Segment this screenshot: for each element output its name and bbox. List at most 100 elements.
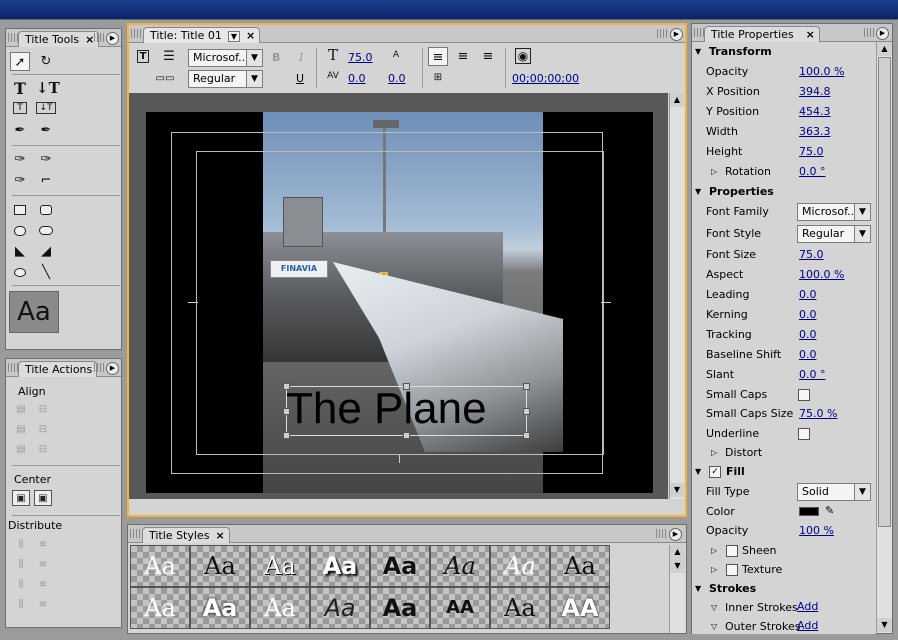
scroll-down-arrow-icon[interactable]: ▼ <box>670 559 685 573</box>
panel-menu-icon[interactable]: ▶ <box>106 362 119 375</box>
italic-button[interactable]: I <box>299 51 303 64</box>
tracking-value[interactable]: 0.0 <box>799 328 817 341</box>
properties-vertical-scrollbar[interactable]: ▲ ▼ <box>876 42 892 633</box>
style-swatch[interactable]: Aa <box>130 545 190 587</box>
line-tool-icon[interactable]: ╲ <box>36 263 56 282</box>
aspect-value[interactable]: 100.0 % <box>799 268 844 281</box>
strokes-section-header[interactable]: Strokes <box>709 582 756 595</box>
small-caps-size-value[interactable]: 75.0 % <box>799 407 837 420</box>
opacity-value[interactable]: 100.0 % <box>799 65 844 78</box>
resize-handle[interactable] <box>283 408 290 415</box>
delete-anchor-tool-icon[interactable]: ✑ <box>36 150 56 169</box>
vertical-type-tool-icon[interactable]: ↓T <box>36 79 60 98</box>
resize-handle[interactable] <box>523 408 530 415</box>
panel-grip[interactable] <box>130 529 140 538</box>
style-swatch[interactable]: Aa <box>430 545 490 587</box>
wedge-tool-icon[interactable]: ◣ <box>10 242 30 261</box>
bold-button[interactable]: B <box>272 51 280 64</box>
title-canvas-area[interactable]: FINAVIA 2 The Plane <box>129 93 668 499</box>
resize-handle[interactable] <box>403 432 410 439</box>
distribute-spacing-v-icon[interactable]: ≡ <box>34 597 52 613</box>
style-swatch[interactable]: Aa <box>490 545 550 587</box>
expand-triangle-icon[interactable]: ▼ <box>695 187 701 196</box>
style-swatch[interactable]: Aa <box>130 587 190 629</box>
show-background-video-icon[interactable]: ◉ <box>513 47 533 66</box>
expand-triangle-icon[interactable]: ▷ <box>711 167 717 176</box>
panel-grip[interactable] <box>657 29 667 38</box>
leading-value[interactable]: 0.0 <box>799 288 817 301</box>
distribute-top-icon[interactable]: ≡ <box>34 537 52 553</box>
underline-button[interactable]: U <box>296 72 304 85</box>
tab-title-properties[interactable]: Title Properties × <box>704 26 820 42</box>
small-caps-checkbox[interactable] <box>798 389 810 401</box>
clipped-corner-rectangle-tool-icon[interactable] <box>10 221 30 240</box>
resize-handle[interactable] <box>403 383 410 390</box>
texture-checkbox[interactable] <box>726 564 738 576</box>
fill-checkbox[interactable]: ✓ <box>709 466 721 478</box>
video-frame[interactable]: FINAVIA 2 The Plane <box>146 112 653 493</box>
expand-triangle-icon[interactable]: ▷ <box>711 546 717 555</box>
templates-icon[interactable]: ▭▭ <box>155 69 175 88</box>
close-icon[interactable]: × <box>806 28 815 41</box>
selection-tool-icon[interactable]: ➚ <box>10 52 30 71</box>
panel-menu-icon[interactable]: ▶ <box>106 32 119 45</box>
outer-strokes-add-link[interactable]: Add <box>797 619 818 632</box>
kerning-value[interactable]: 0.0 <box>348 72 366 85</box>
distribute-spacing-h-icon[interactable]: ⫼ <box>12 597 30 613</box>
align-bottom-icon[interactable]: ⊟ <box>34 442 52 458</box>
expand-triangle-icon[interactable]: ▷ <box>711 448 717 457</box>
scroll-up-arrow-icon[interactable]: ▲ <box>670 93 684 107</box>
scroll-down-arrow-icon[interactable]: ▼ <box>877 618 892 632</box>
font-style-dropdown[interactable]: Regular ▼ <box>188 70 263 88</box>
expand-triangle-icon[interactable]: ▼ <box>695 467 701 476</box>
properties-section-header[interactable]: Properties <box>709 185 774 198</box>
style-swatch[interactable]: Aa <box>370 587 430 629</box>
distribute-left-icon[interactable]: ⫼ <box>12 537 30 553</box>
distort-label[interactable]: Distort <box>725 446 762 459</box>
panel-grip[interactable] <box>8 33 18 42</box>
panel-grip[interactable] <box>864 28 874 37</box>
ellipse-tool-icon[interactable] <box>10 263 30 282</box>
align-left-icon[interactable]: ▤ <box>12 402 30 418</box>
expand-triangle-icon[interactable]: ▼ <box>695 47 701 56</box>
fill-section-header[interactable]: Fill <box>726 465 745 478</box>
style-swatch[interactable]: Aa <box>190 587 250 629</box>
rotation-value[interactable]: 0.0 ° <box>799 165 826 178</box>
align-center-text-icon[interactable]: ≡ <box>453 47 473 66</box>
leading-value[interactable]: 0.0 <box>388 72 406 85</box>
y-position-value[interactable]: 454.3 <box>799 105 831 118</box>
chevron-down-icon[interactable]: ▼ <box>854 203 871 221</box>
roll-crawl-options-icon[interactable]: ☰ <box>159 47 179 66</box>
scroll-up-arrow-icon[interactable]: ▲ <box>877 42 892 56</box>
font-family-dropdown[interactable]: Microsof... <box>797 203 855 221</box>
resize-handle[interactable] <box>283 432 290 439</box>
panel-grip[interactable] <box>8 363 18 372</box>
rounded-rectangle-tool-icon[interactable] <box>36 200 56 219</box>
distribute-middle-icon[interactable]: ≡ <box>34 557 52 573</box>
chevron-down-icon[interactable]: ▼ <box>854 483 871 501</box>
center-vertical-icon[interactable]: ▣ <box>34 490 52 506</box>
font-size-value[interactable]: 75.0 <box>799 248 824 261</box>
path-type-tool-icon[interactable]: ✒ <box>10 121 30 140</box>
rounded-corner-rectangle-tool-icon[interactable] <box>36 221 56 240</box>
rotation-tool-icon[interactable]: ↻ <box>36 52 56 71</box>
tab-title-styles[interactable]: Title Styles × <box>142 527 230 543</box>
panel-grip[interactable] <box>694 28 704 37</box>
convert-anchor-tool-icon[interactable]: ⌐ <box>36 171 56 190</box>
align-left-text-icon[interactable]: ≡ <box>428 47 448 66</box>
kerning-value[interactable]: 0.0 <box>799 308 817 321</box>
timecode-value[interactable]: 00;00;00;00 <box>512 72 579 85</box>
fill-type-dropdown[interactable]: Solid <box>797 483 855 501</box>
style-swatch[interactable]: Aa <box>310 545 370 587</box>
x-position-value[interactable]: 394.8 <box>799 85 831 98</box>
expand-triangle-icon[interactable]: ▷ <box>711 565 717 574</box>
style-swatch[interactable]: AA <box>430 587 490 629</box>
expand-triangle-icon[interactable]: ▽ <box>711 622 717 631</box>
center-horizontal-icon[interactable]: ▣ <box>12 490 30 506</box>
add-anchor-tool-icon[interactable]: ✑ <box>10 171 30 190</box>
tab-title-actions[interactable]: Title Actions <box>18 361 98 377</box>
slant-value[interactable]: 0.0 ° <box>799 368 826 381</box>
width-value[interactable]: 363.3 <box>799 125 831 138</box>
align-right-text-icon[interactable]: ≡ <box>478 47 498 66</box>
close-icon[interactable]: × <box>85 33 94 46</box>
